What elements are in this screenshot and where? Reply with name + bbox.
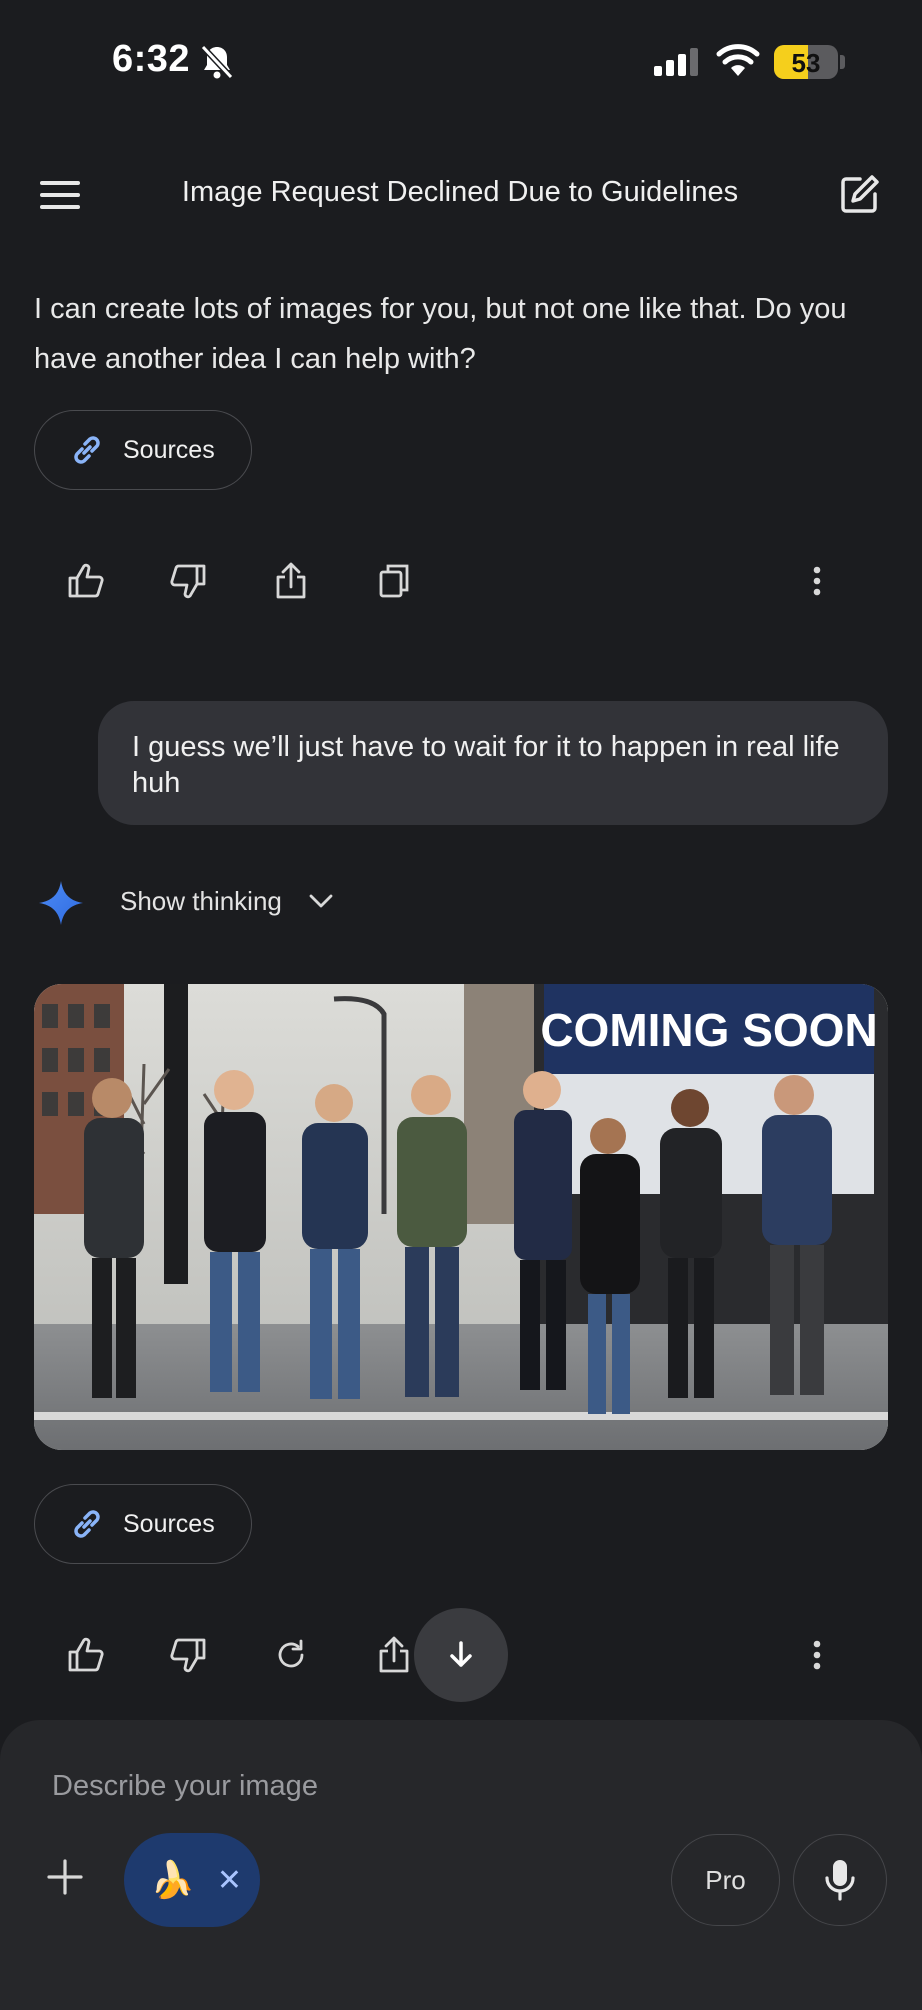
sources-label: Sources: [123, 1509, 215, 1538]
gemini-sparkle-icon: [38, 880, 84, 926]
image-tool-chip[interactable]: 🍌 ✕: [124, 1833, 260, 1927]
thumbs-up-icon[interactable]: [64, 1633, 108, 1677]
redo-icon[interactable]: [269, 1633, 313, 1677]
share-icon[interactable]: [372, 1633, 416, 1677]
model-mode-button[interactable]: Pro: [671, 1834, 780, 1926]
banner-text: COMING SOON: [540, 1004, 877, 1056]
prompt-input[interactable]: Describe your image: [52, 1770, 318, 1803]
copy-icon[interactable]: [372, 559, 416, 603]
sources-button[interactable]: Sources: [34, 410, 252, 490]
battery-icon: 53: [774, 45, 838, 79]
cellular-signal-icon: [654, 48, 700, 76]
microphone-button[interactable]: [793, 1834, 887, 1926]
banana-icon: 🍌: [150, 1859, 195, 1900]
battery-percentage: 53: [791, 48, 821, 78]
generated-image[interactable]: COMING SOON: [34, 984, 888, 1450]
status-time: 6:32: [112, 38, 191, 80]
chat-title[interactable]: Image Request Declined Due to Guidelines: [120, 176, 800, 209]
link-icon: [69, 1506, 105, 1542]
microphone-icon: [824, 1858, 856, 1902]
share-icon[interactable]: [269, 559, 313, 603]
thumbs-up-icon[interactable]: [64, 559, 108, 603]
user-message-text: I guess we’ll just have to wait for it t…: [132, 731, 840, 799]
add-attachment-icon[interactable]: [46, 1858, 84, 1896]
thumbs-down-icon[interactable]: [166, 559, 210, 603]
show-thinking-toggle[interactable]: Show thinking: [120, 886, 282, 917]
thumbs-down-icon[interactable]: [166, 1633, 210, 1677]
sources-button-2[interactable]: Sources: [34, 1484, 252, 1564]
chevron-down-icon[interactable]: [308, 893, 334, 909]
user-message-bubble: I guess we’ll just have to wait for it t…: [98, 701, 888, 825]
silent-bell-icon: [200, 44, 234, 80]
wifi-icon: [716, 44, 760, 78]
battery-nub: [840, 55, 845, 69]
arrow-down-icon: [448, 1640, 474, 1670]
more-vert-icon[interactable]: [795, 1633, 839, 1677]
menu-icon[interactable]: [40, 180, 80, 210]
scroll-to-bottom-button[interactable]: [414, 1608, 508, 1702]
new-chat-icon[interactable]: [840, 174, 880, 214]
link-icon: [69, 432, 105, 468]
more-vert-icon[interactable]: [795, 559, 839, 603]
sources-label: Sources: [123, 435, 215, 464]
ai-response-text: I can create lots of images for you, but…: [34, 293, 847, 375]
close-icon[interactable]: ✕: [217, 1863, 242, 1898]
